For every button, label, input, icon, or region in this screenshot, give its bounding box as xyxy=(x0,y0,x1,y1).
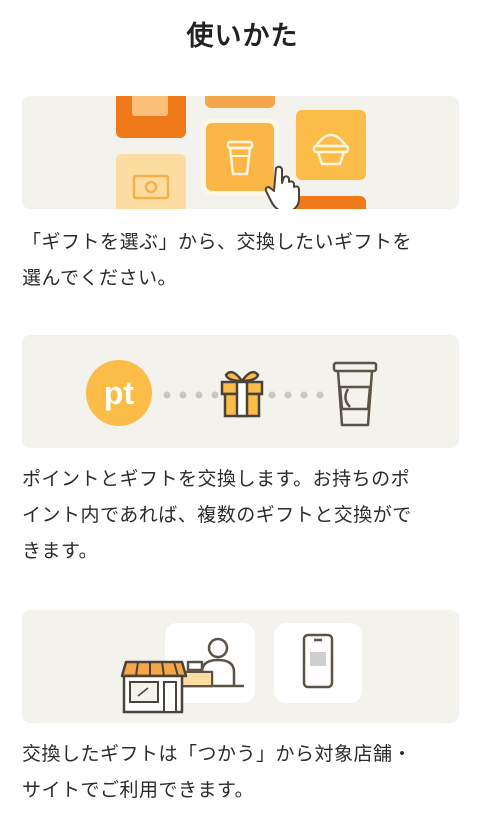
step2-line1: ポイントとギフトを交換します。お持ちのポ xyxy=(22,468,411,490)
step1-illustration xyxy=(22,96,459,209)
store-icon xyxy=(120,660,188,714)
step2-line2: イント内であれば、複数のギフトと交換がで xyxy=(22,504,412,526)
step3-line1: 交換したギフトは「つかう」から対象店舗・ xyxy=(22,743,413,765)
step3-description: 交換したギフトは「つかう」から対象店舗・ サイトでご利用できます。 xyxy=(22,736,462,808)
step2-description: ポイントとギフトを交換します。お持ちのポ イント内であれば、複数のギフトと交換が… xyxy=(22,461,462,569)
step2-illustration: pt xyxy=(22,335,459,448)
page-title: 使いかた xyxy=(186,21,299,52)
step3-line2: サイトでご利用できます。 xyxy=(22,779,255,801)
step2-line3: きます。 xyxy=(22,540,99,562)
step3-illustration xyxy=(22,610,459,723)
step1-line1: 「ギフトを選ぶ」から、交換したいギフトを xyxy=(22,231,413,253)
step1-description: 「ギフトを選ぶ」から、交換したいギフトを 選んでください。 xyxy=(22,224,462,296)
step1-line2: 選んでください。 xyxy=(22,267,178,289)
coffee-cup-icon xyxy=(332,361,378,427)
gift-box-icon xyxy=(220,370,264,418)
points-badge-text: pt xyxy=(104,375,135,411)
